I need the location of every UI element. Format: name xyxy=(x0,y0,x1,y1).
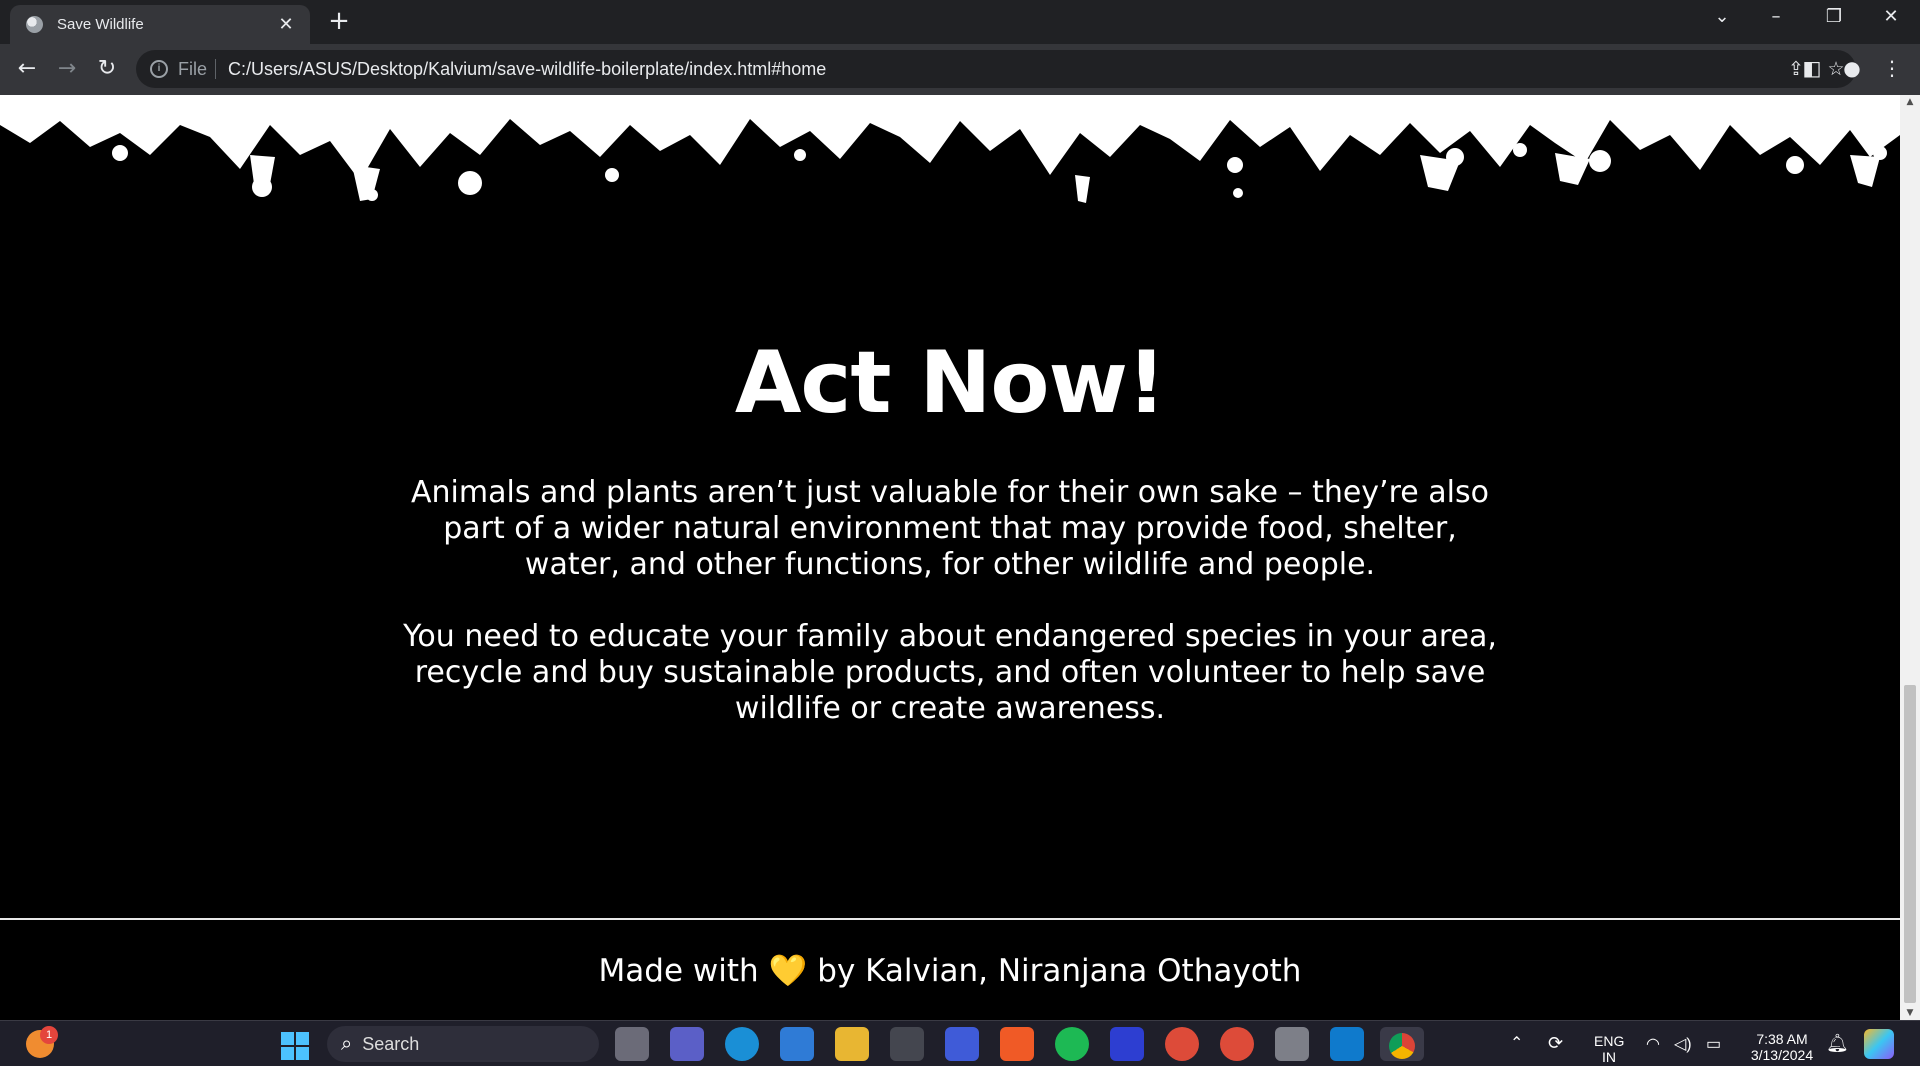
scroll-down-arrow-icon[interactable]: ▼ xyxy=(1900,1008,1920,1018)
info-icon[interactable]: i xyxy=(150,60,168,78)
page-viewport: Act Now! Animals and plants aren’t just … xyxy=(0,95,1900,1020)
tab-title: Save Wildlife xyxy=(57,16,144,33)
app-icon[interactable] xyxy=(1110,1027,1144,1061)
region-code: IN xyxy=(1602,1049,1616,1065)
brave-icon[interactable] xyxy=(1000,1027,1034,1061)
scroll-up-arrow-icon[interactable]: ▲ xyxy=(1900,97,1920,107)
restore-icon[interactable]: ❐ xyxy=(1819,6,1849,27)
browser-toolbar: ← → ↻ i File C:/Users/ASUS/Desktop/Kalvi… xyxy=(0,44,1920,95)
url-scheme-label: File xyxy=(178,58,208,79)
footer-author: by Kalvian, Niranjana Othayoth xyxy=(817,953,1302,989)
search-placeholder: Search xyxy=(362,1033,420,1054)
wifi-icon[interactable]: ◠ xyxy=(1646,1034,1660,1054)
chrome-logo-icon xyxy=(1389,1033,1415,1059)
clock-date: 3/13/2024 xyxy=(1750,1047,1814,1063)
task-view-icon[interactable] xyxy=(615,1027,649,1061)
chrome-active-icon[interactable] xyxy=(1380,1027,1424,1061)
edge-icon[interactable] xyxy=(725,1027,759,1061)
clock-time: 7:38 AM xyxy=(1756,1031,1808,1047)
sync-icon[interactable]: ⟳ xyxy=(1548,1033,1563,1054)
reload-icon[interactable]: ↻ xyxy=(92,56,122,81)
menu-kebab-icon[interactable]: ⋮ xyxy=(1877,56,1907,80)
url-text[interactable]: C:/Users/ASUS/Desktop/Kalvium/save-wildl… xyxy=(228,59,1776,80)
language-code: ENG xyxy=(1594,1033,1625,1049)
notifications-bell-icon[interactable]: 🔔︎ xyxy=(1826,1033,1849,1054)
notification-badge: 1 xyxy=(40,1026,58,1044)
forward-icon[interactable]: → xyxy=(52,56,82,81)
call-to-action-paragraph: You need to educate your family about en… xyxy=(403,619,1497,726)
minimize-icon[interactable]: – xyxy=(1761,6,1791,27)
battery-icon[interactable]: ▭ xyxy=(1706,1034,1721,1054)
vscode-icon[interactable] xyxy=(1330,1027,1364,1061)
calculator-icon[interactable] xyxy=(1275,1027,1309,1061)
chrome-icon[interactable] xyxy=(1220,1027,1254,1061)
address-bar[interactable]: i File C:/Users/ASUS/Desktop/Kalvium/sav… xyxy=(136,50,1856,88)
close-window-icon[interactable]: ✕ xyxy=(1876,6,1906,27)
browser-tab-bar: Save Wildlife ✕ + ⌄ – ❐ ✕ xyxy=(0,0,1920,44)
side-panel-icon[interactable]: ◧ xyxy=(1797,56,1827,80)
back-icon[interactable]: ← xyxy=(12,56,42,81)
store-icon[interactable] xyxy=(780,1027,814,1061)
page-scrollbar[interactable]: ▲ ▼ xyxy=(1900,95,1920,1020)
url-separator xyxy=(215,59,217,79)
profile-icon[interactable]: ● xyxy=(1837,56,1867,80)
footer-credit: Made with 💛 by Kalvian, Niranjana Othayoth xyxy=(0,952,1900,989)
app-icon[interactable] xyxy=(945,1027,979,1061)
windows-start-icon[interactable] xyxy=(281,1032,309,1060)
browser-tab[interactable]: Save Wildlife ✕ xyxy=(10,5,310,44)
clock[interactable]: 7:38 AM 3/13/2024 xyxy=(1746,1031,1818,1063)
windows-taskbar: 1 ⌕ Search ⌃ ⟳ ENG IN ◠ ◁) ▭ 7:38 AM 3/1… xyxy=(0,1020,1920,1066)
volume-icon[interactable]: ◁) xyxy=(1674,1034,1692,1054)
app-icon[interactable] xyxy=(890,1027,924,1061)
footer-prefix: Made with xyxy=(598,953,759,989)
heart-icon: 💛 xyxy=(768,953,808,989)
new-tab-icon[interactable]: + xyxy=(324,6,354,36)
folder-icon[interactable] xyxy=(835,1027,869,1061)
spotify-icon[interactable] xyxy=(1055,1027,1089,1061)
meet-icon[interactable] xyxy=(670,1027,704,1061)
tray-overflow-icon[interactable]: ⌃ xyxy=(1510,1033,1523,1053)
page-title: Act Now! xyxy=(734,333,1166,433)
chrome-icon[interactable] xyxy=(1165,1027,1199,1061)
tab-search-icon[interactable]: ⌄ xyxy=(1707,6,1737,27)
globe-icon xyxy=(26,16,43,33)
scrollbar-thumb[interactable] xyxy=(1904,685,1916,1003)
close-tab-icon[interactable]: ✕ xyxy=(274,14,298,35)
search-icon: ⌕ xyxy=(341,1032,353,1055)
footer-divider xyxy=(0,918,1900,920)
taskbar-search-input[interactable]: ⌕ Search xyxy=(327,1026,599,1062)
grunge-border-image xyxy=(0,95,1900,203)
language-indicator[interactable]: ENG IN xyxy=(1594,1033,1624,1065)
copilot-icon[interactable] xyxy=(1864,1029,1894,1059)
intro-paragraph: Animals and plants aren’t just valuable … xyxy=(411,475,1489,582)
